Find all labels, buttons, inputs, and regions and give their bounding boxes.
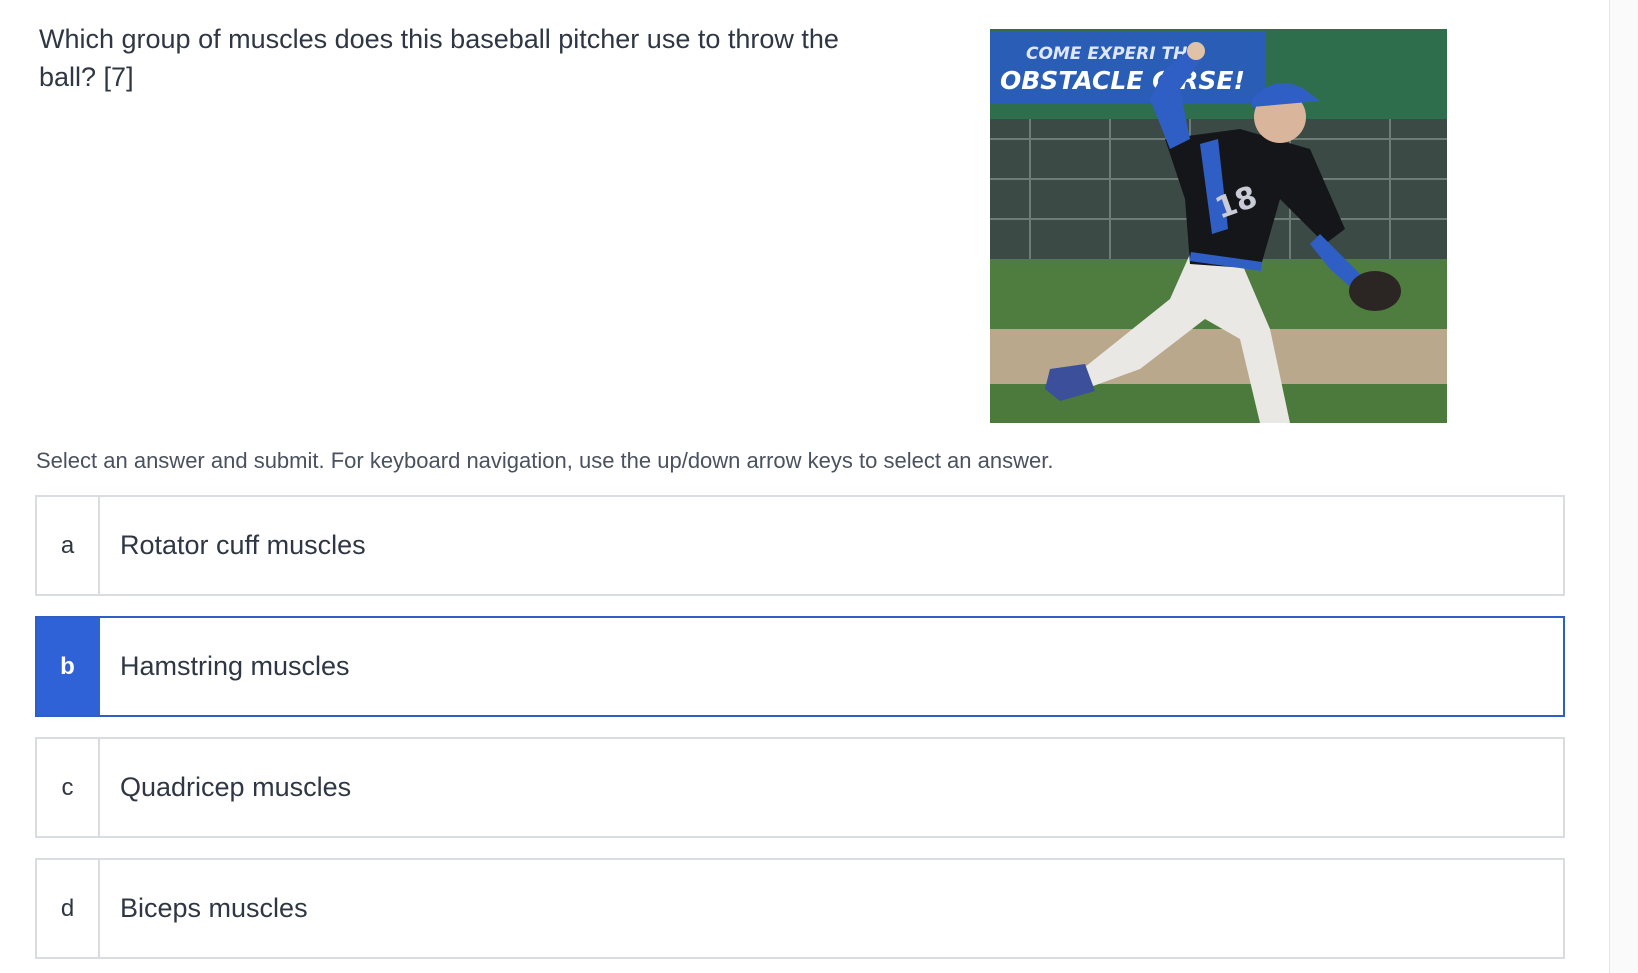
- option-label: Biceps muscles: [120, 893, 308, 923]
- option-letter: d: [37, 860, 100, 957]
- option-a[interactable]: a Rotator cuff muscles: [35, 495, 1565, 596]
- banner-text-bottom: OBSTACLE C RSE!: [1000, 66, 1245, 95]
- banner-text-top: COME EXPERI THE: [1026, 44, 1199, 64]
- option-letter: c: [37, 739, 100, 836]
- option-letter: b: [37, 618, 100, 715]
- option-d[interactable]: d Biceps muscles: [35, 858, 1565, 959]
- question-panel: Which group of muscles does this basebal…: [0, 0, 1609, 973]
- option-label: Quadricep muscles: [120, 772, 352, 802]
- option-b[interactable]: b Hamstring muscles: [35, 616, 1565, 717]
- pitcher-photo: COME EXPERI THE OBSTACLE C RSE! 18: [990, 29, 1447, 423]
- option-label: Hamstring muscles: [120, 651, 350, 681]
- page-scroll-gutter: [1609, 0, 1638, 973]
- option-letter: a: [37, 497, 100, 594]
- answer-options: a Rotator cuff muscles b Hamstring muscl…: [35, 495, 1565, 973]
- option-c[interactable]: c Quadricep muscles: [35, 737, 1565, 838]
- option-label: Rotator cuff muscles: [120, 530, 366, 560]
- question-text: Which group of muscles does this basebal…: [39, 24, 839, 92]
- instructions-text: Select an answer and submit. For keyboar…: [36, 448, 1054, 473]
